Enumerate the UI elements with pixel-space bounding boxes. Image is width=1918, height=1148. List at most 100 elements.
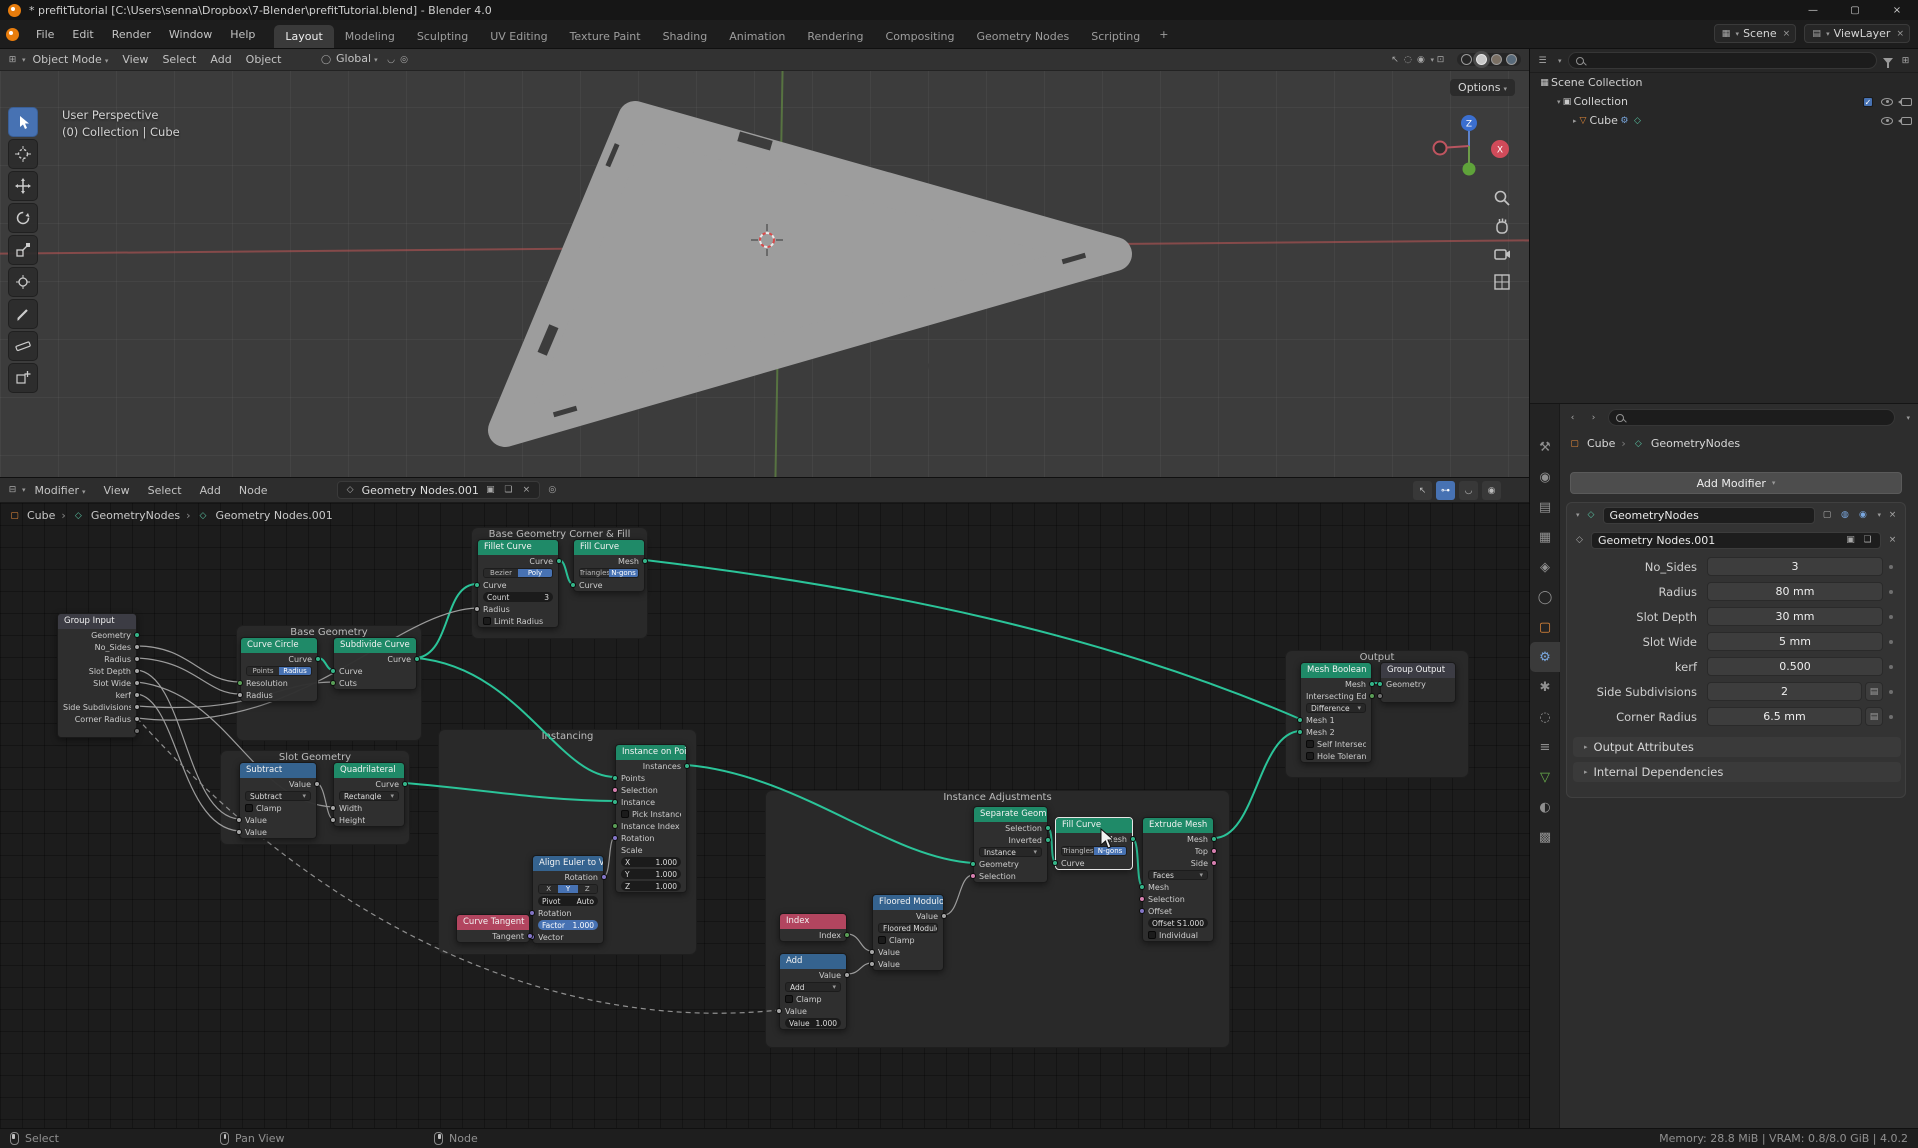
input-socket[interactable] [474, 606, 480, 612]
pin-icon[interactable]: ◎ [546, 484, 559, 497]
animate-property-dot[interactable] [1889, 640, 1893, 644]
parent-node-icon[interactable]: ↖ [1413, 481, 1432, 500]
animate-property-dot[interactable] [1889, 665, 1893, 669]
input-socket[interactable] [474, 582, 480, 588]
output-socket[interactable] [1211, 836, 1217, 842]
node-dropdown[interactable]: Add▾ [785, 982, 841, 992]
realtime-toggle-icon[interactable]: ◍ [1838, 509, 1851, 522]
input-socket[interactable] [330, 817, 336, 823]
input-socket[interactable] [237, 680, 243, 686]
property-value-field-side-subdivisions[interactable]: 2 [1707, 682, 1862, 701]
output-socket[interactable] [941, 913, 947, 919]
node-number-field[interactable]: Value1.000 [785, 1018, 841, 1028]
breadcrumb-modifier[interactable]: GeometryNodes [1651, 437, 1740, 450]
section-output-attributes[interactable]: ▸Output Attributes [1573, 737, 1901, 757]
node-dropdown[interactable]: Difference▾ [1306, 703, 1366, 713]
properties-tab-data[interactable]: ▽ [1530, 762, 1560, 792]
properties-tab-physics[interactable]: ◌ [1530, 702, 1560, 732]
checkbox[interactable] [483, 617, 491, 625]
checkbox[interactable] [1148, 931, 1156, 939]
overlay-icon[interactable]: ◉ [1482, 481, 1501, 500]
input-socket[interactable] [236, 817, 242, 823]
shading-material-icon[interactable] [1491, 54, 1502, 65]
workspace-tab-geometry-nodes[interactable]: Geometry Nodes [965, 25, 1080, 48]
input-socket[interactable] [570, 582, 576, 588]
node-dropdown[interactable]: Rectangle▾ [339, 791, 399, 801]
minimize-button[interactable]: — [1792, 0, 1834, 20]
input-socket[interactable] [869, 949, 875, 955]
input-attribute-toggle-icon[interactable]: ▤ [1865, 707, 1883, 726]
input-socket[interactable] [1377, 681, 1383, 687]
options-button[interactable]: Options▾ [1450, 79, 1515, 96]
maximize-button[interactable]: ▢ [1834, 0, 1876, 20]
node-group-input[interactable]: Group InputGeometryNo_SidesRadiusSlot De… [57, 613, 137, 738]
output-socket[interactable] [1045, 837, 1051, 843]
workspace-tab-compositing[interactable]: Compositing [875, 25, 966, 48]
output-socket[interactable] [1130, 836, 1136, 842]
input-socket[interactable] [236, 829, 242, 835]
output-socket[interactable] [1045, 825, 1051, 831]
toggle-option[interactable]: Points [247, 667, 279, 675]
output-socket[interactable] [134, 692, 140, 698]
animate-property-dot[interactable] [1889, 590, 1893, 594]
expand-icon[interactable]: ▾ [1576, 511, 1580, 519]
properties-tab-modifiers[interactable]: ⚙ [1530, 642, 1560, 672]
output-socket[interactable] [1369, 681, 1375, 687]
outliner-item-label[interactable]: Collection [1574, 95, 1628, 108]
gizmo-toggle-icon[interactable]: ◌ [1401, 53, 1414, 66]
input-socket[interactable] [330, 680, 336, 686]
input-socket[interactable] [1052, 860, 1058, 866]
breadcrumb[interactable]: ▢Cube›◇GeometryNodes›◇Geometry Nodes.001 [8, 509, 333, 522]
toggle-option[interactable]: Triangles [580, 569, 609, 577]
add-workspace-button[interactable]: + [1151, 24, 1176, 45]
checkbox[interactable] [878, 936, 886, 944]
input-attribute-toggle-icon[interactable]: ▤ [1865, 682, 1883, 701]
toggle-option[interactable]: X [539, 885, 558, 893]
workspace-tab-shading[interactable]: Shading [652, 25, 719, 48]
nav-back-icon[interactable]: ‹ [1566, 411, 1579, 424]
node-number-field[interactable]: Offset S1.000 [1148, 918, 1208, 928]
viewport-3d[interactable]: ⊞▾ Object Mode▾ ViewSelectAddObject ◯ Gl… [0, 49, 1530, 477]
node-tree-datablock[interactable]: ◇ Geometry Nodes.001 ▣ ❏ × [337, 481, 540, 499]
input-socket[interactable] [1139, 896, 1145, 902]
shading-solid-icon[interactable] [1476, 54, 1487, 65]
node-dropdown[interactable]: Floored Modulo▾ [878, 923, 938, 933]
animate-property-dot[interactable] [1889, 715, 1893, 719]
node-align-euler-to-vector[interactable]: Align Euler to VectorRotationXYZPivotAut… [532, 855, 604, 944]
outliner-item-label[interactable]: Scene Collection [1551, 76, 1642, 89]
remove-modifier-icon[interactable]: × [1886, 509, 1899, 522]
toggle-option[interactable]: Y [558, 885, 577, 893]
new-collection-icon[interactable]: ⊞ [1899, 54, 1912, 67]
scene-unlink-icon[interactable]: × [1783, 29, 1791, 39]
node-subdivide-curve[interactable]: Subdivide CurveCurveCurveCuts [333, 637, 417, 690]
properties-tab-constraints[interactable]: ≡ [1530, 732, 1560, 762]
node-number-field[interactable]: X1.000 [621, 857, 681, 867]
blender-menu-icon[interactable] [6, 28, 19, 41]
input-socket[interactable] [1139, 884, 1145, 890]
breadcrumb-item[interactable]: Geometry Nodes.001 [216, 509, 333, 522]
output-socket[interactable] [134, 632, 140, 638]
properties-tab-output[interactable]: ▤ [1530, 492, 1560, 522]
snap-magnet-icon[interactable]: ◡ [385, 53, 398, 66]
tool-add-primitive[interactable] [8, 363, 38, 393]
output-socket[interactable] [1211, 860, 1217, 866]
properties-tab-world[interactable]: ◯ [1530, 582, 1560, 612]
input-socket[interactable] [1297, 717, 1303, 723]
node-dropdown[interactable]: Instance▾ [979, 847, 1042, 857]
output-socket[interactable] [414, 656, 420, 662]
shield-icon[interactable]: ▣ [484, 484, 497, 497]
filter-icon[interactable] [1883, 58, 1893, 64]
properties-search[interactable] [1608, 409, 1895, 426]
shading-wireframe-icon[interactable] [1461, 54, 1472, 65]
property-value-field-no-sides[interactable]: 3 [1707, 557, 1883, 576]
browse-node-group-icon[interactable]: ◇ [1573, 534, 1586, 547]
workspace-tab-modeling[interactable]: Modeling [334, 25, 406, 48]
camera-view-icon[interactable] [1493, 245, 1511, 263]
workspace-tab-rendering[interactable]: Rendering [796, 25, 874, 48]
tool-cursor[interactable] [8, 139, 38, 169]
toggle-option[interactable]: Poly [518, 569, 552, 577]
workspace-tab-animation[interactable]: Animation [718, 25, 796, 48]
input-socket[interactable] [529, 910, 535, 916]
node-index[interactable]: IndexIndex [779, 913, 847, 942]
outliner-search[interactable] [1568, 52, 1877, 69]
